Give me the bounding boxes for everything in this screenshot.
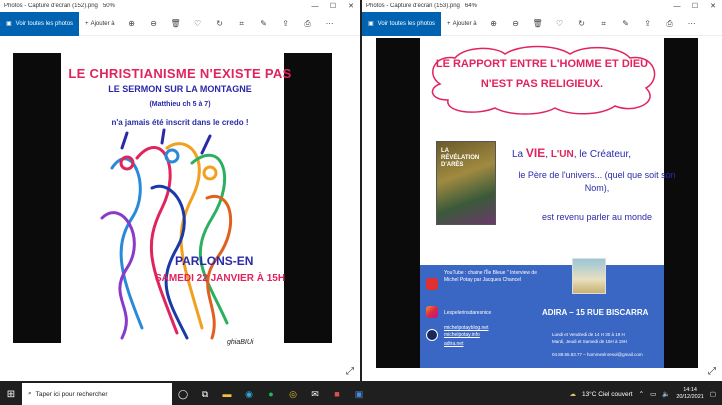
crop-icon[interactable]: ⌗ xyxy=(593,19,615,29)
cloud-line-2: N'EST PAS RELIGIEUX. xyxy=(480,78,604,90)
poster-signature: ghiaBIUi xyxy=(227,339,254,346)
plus-icon: + xyxy=(85,20,89,27)
rotate-icon[interactable]: ↻ xyxy=(209,19,231,28)
colorful-figures-illustration xyxy=(100,128,232,340)
more-icon[interactable]: ⋯ xyxy=(681,19,703,28)
photos-window-2: Photos - Capture d'écran (153).png 64% —… xyxy=(362,0,722,381)
shop-front-image xyxy=(572,258,606,294)
black-margin-right xyxy=(664,38,698,368)
share-icon[interactable]: ⇪ xyxy=(275,19,297,28)
black-margin-right xyxy=(284,53,332,343)
poster-parlons: PARLONS-EN xyxy=(175,254,254,268)
chrome-icon[interactable]: ◎ xyxy=(282,389,304,400)
close-icon[interactable]: ✕ xyxy=(342,2,360,10)
edge-icon[interactable]: ◉ xyxy=(238,389,260,400)
explorer-icon[interactable]: ▬ xyxy=(216,389,238,399)
image-canvas: LE RAPPORT ENTRE L'HOMME ET DIEU N'EST P… xyxy=(362,36,722,381)
rotate-icon[interactable]: ↻ xyxy=(571,19,593,28)
clock[interactable]: 14:14 20/12/2021 xyxy=(676,387,704,401)
weather-text[interactable]: 13°C Ciel couvert xyxy=(582,391,633,398)
system-tray: ☁ 13°C Ciel couvert ⌃ ▭ 🔈 14:14 20/12/20… xyxy=(569,387,722,401)
photos-app-icon[interactable]: ▣ xyxy=(348,389,370,400)
mail-icon[interactable]: ✉ xyxy=(304,389,326,400)
print-icon[interactable]: ⎙ xyxy=(659,19,681,29)
window-title: Photos - Capture d'écran (153).png 64% xyxy=(366,3,477,9)
plus-icon: + xyxy=(447,20,451,27)
link-2[interactable]: michelpotay.info xyxy=(444,332,480,339)
poster-subtitle: LE SERMON SUR LA MONTAGNE xyxy=(108,84,252,94)
photos-icon: ▣ xyxy=(368,21,374,27)
hours-line-1: Lundi et Vendredi de 14 H 30 à 19 H xyxy=(552,332,625,337)
title-bar: Photos - Capture d'écran (152).png 50% —… xyxy=(0,0,360,12)
share-icon[interactable]: ⇪ xyxy=(637,19,659,28)
youtube-icon xyxy=(426,278,438,290)
hours-line-2: Mardi, Jeudi et Samedi de 15H à 19H xyxy=(552,339,628,344)
spotify-icon[interactable]: ● xyxy=(260,389,282,399)
heart-icon[interactable]: ♡ xyxy=(187,19,209,28)
add-to-button[interactable]: + Ajouter à xyxy=(79,21,121,27)
poster-credo: n'a jamais été inscrit dans le credo ! xyxy=(111,118,249,127)
windows-start-icon[interactable]: ⊞ xyxy=(0,389,22,400)
window-title: Photos - Capture d'écran (152).png 50% xyxy=(4,3,115,9)
search-box[interactable]: ⌕ Taper ici pour rechercher xyxy=(22,383,172,405)
image-canvas: LE CHRISTIANISME N'EXISTE PAS LE SERMON … xyxy=(0,36,360,381)
zoom-in-icon[interactable]: ⊕ xyxy=(121,19,143,28)
more-icon[interactable]: ⋯ xyxy=(319,19,341,28)
network-icon[interactable]: ▭ xyxy=(650,390,656,398)
instagram-text: Lespelerinsdaresnice xyxy=(444,310,492,316)
book-title: LA RÉVÉLATION D'ARÈS xyxy=(441,148,480,168)
poster-reference: (Matthieu ch 5 à 7) xyxy=(149,101,211,108)
search-icon: ⌕ xyxy=(28,390,32,397)
photos-window-1: Photos - Capture d'écran (152).png 50% —… xyxy=(0,0,360,381)
poster-date: SAMEDI 22 JANVIER À 15H xyxy=(155,273,286,284)
globe-icon xyxy=(426,329,438,341)
link-1[interactable]: michelpotayblog.net xyxy=(444,325,488,332)
photos-icon: ▣ xyxy=(6,21,12,27)
cloud-text: LE RAPPORT ENTRE L'HOMME ET DIEU N'EST P… xyxy=(420,54,664,94)
revenu-line: est revenu parler au monde xyxy=(541,212,653,222)
youtube-text: YouTube : chaine l'Île Bleue " Interview… xyxy=(444,270,537,283)
add-to-button[interactable]: + Ajouter à xyxy=(441,21,483,27)
poster-title: LE CHRISTIANISME N'EXISTE PAS xyxy=(68,66,292,81)
minimize-icon[interactable]: — xyxy=(306,3,324,10)
see-all-photos-button[interactable]: ▣ Voir toutes les photos xyxy=(0,11,80,36)
expand-icon[interactable]: ⤢ xyxy=(346,366,354,377)
minimize-icon[interactable]: — xyxy=(668,3,686,10)
contact-line: 04.89.55.83.77 – hommeslnresol@gmail.com xyxy=(552,352,643,357)
zoom-out-icon[interactable]: ⊖ xyxy=(505,19,527,28)
link-3[interactable]: adira.net xyxy=(444,341,463,348)
pere-line: le Père de l'univers... (quel que soit s… xyxy=(518,170,676,193)
heart-icon[interactable]: ♡ xyxy=(549,19,571,28)
instagram-icon xyxy=(426,306,438,318)
weather-icon: ☁ xyxy=(569,391,576,398)
toolbar: ▣ Voir toutes les photos + Ajouter à ⊕ ⊖ 🗑… xyxy=(362,11,722,36)
black-margin-left xyxy=(13,53,61,343)
title-bar: Photos - Capture d'écran (153).png 64% —… xyxy=(362,0,722,12)
toolbar: ▣ Voir toutes les photos + Ajouter à ⊕ ⊖ 🗑… xyxy=(0,11,360,36)
volume-icon[interactable]: 🔈 xyxy=(662,390,670,398)
edit-icon[interactable]: ✎ xyxy=(253,19,275,28)
cloud-line-1: LE RAPPORT ENTRE L'HOMME ET DIEU xyxy=(435,58,649,70)
cortana-icon[interactable]: ◯ xyxy=(172,389,194,400)
vie-line: La VIE, L'UN, le Créateur, xyxy=(512,146,632,160)
chevron-up-icon[interactable]: ⌃ xyxy=(639,390,644,398)
close-icon[interactable]: ✕ xyxy=(704,2,722,10)
task-view-icon[interactable]: ⧉ xyxy=(194,389,216,400)
see-all-photos-button[interactable]: ▣ Voir toutes les photos xyxy=(362,11,442,36)
delete-icon[interactable]: 🗑 xyxy=(527,19,549,28)
taskbar: ⊞ ⌕ Taper ici pour rechercher ◯ ⧉ ▬ ◉ ● ◎… xyxy=(0,383,722,405)
black-margin-left xyxy=(376,38,420,368)
zoom-out-icon[interactable]: ⊖ xyxy=(143,19,165,28)
delete-icon[interactable]: 🗑 xyxy=(165,19,187,28)
app-icon[interactable]: ■ xyxy=(326,389,348,399)
maximize-icon[interactable]: ☐ xyxy=(324,2,342,10)
edit-icon[interactable]: ✎ xyxy=(615,19,637,28)
expand-icon[interactable]: ⤢ xyxy=(708,366,716,377)
zoom-in-icon[interactable]: ⊕ xyxy=(483,19,505,28)
print-icon[interactable]: ⎙ xyxy=(297,19,319,29)
adira-address: ADIRA – 15 RUE BISCARRA xyxy=(542,308,649,317)
maximize-icon[interactable]: ☐ xyxy=(686,2,704,10)
crop-icon[interactable]: ⌗ xyxy=(231,19,253,29)
notification-icon[interactable]: ▢ xyxy=(710,390,716,398)
